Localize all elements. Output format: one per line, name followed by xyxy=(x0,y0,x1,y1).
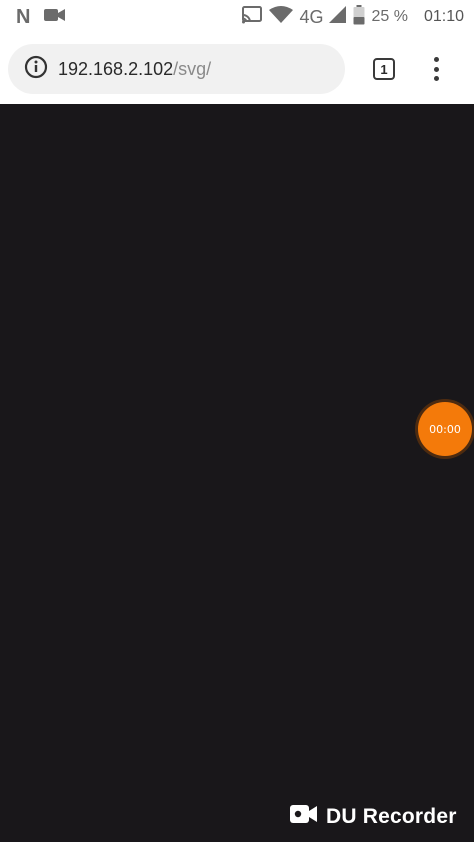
url-text[interactable]: 192.168.2.102/svg/ xyxy=(58,59,211,80)
notification-app-letter: N xyxy=(16,5,31,28)
battery-percent: 25 % xyxy=(371,8,408,25)
camcorder-icon xyxy=(290,804,318,830)
du-recorder-watermark: DU Recorder xyxy=(290,804,457,830)
overflow-menu-icon[interactable] xyxy=(424,54,448,84)
browser-toolbar: 192.168.2.102/svg/ 1 xyxy=(0,34,474,104)
tab-count: 1 xyxy=(380,61,388,77)
phone-screen: N 4G 25 % 01:10 192.168.2.102/svg/ 1 00:… xyxy=(0,0,474,842)
clock: 01:10 xyxy=(423,8,464,25)
signal-icon xyxy=(329,5,347,29)
web-content-area[interactable] xyxy=(0,104,474,842)
info-icon[interactable] xyxy=(24,55,48,84)
watermark-text: DU Recorder xyxy=(326,805,457,828)
network-type: 4G xyxy=(299,6,324,27)
menu-dot xyxy=(433,66,439,72)
status-left-icons: N xyxy=(0,6,66,29)
status-right-icons: 4G 25 % 01:10 xyxy=(241,4,474,30)
recorder-timer-bubble[interactable]: 00:00 xyxy=(418,402,472,456)
cast-icon xyxy=(241,5,263,29)
video-camera-icon xyxy=(44,8,66,27)
menu-dot xyxy=(433,76,439,81)
recorder-time: 00:00 xyxy=(429,422,461,436)
url-path: /svg/ xyxy=(173,58,212,79)
wifi-icon xyxy=(269,5,294,29)
menu-dot xyxy=(433,57,439,62)
battery-icon xyxy=(353,4,365,30)
tab-switcher-button[interactable]: 1 xyxy=(373,58,395,80)
address-bar[interactable]: 192.168.2.102/svg/ xyxy=(8,44,345,94)
status-bar: N 4G 25 % 01:10 xyxy=(0,0,474,34)
url-host: 192.168.2.102 xyxy=(58,58,174,79)
